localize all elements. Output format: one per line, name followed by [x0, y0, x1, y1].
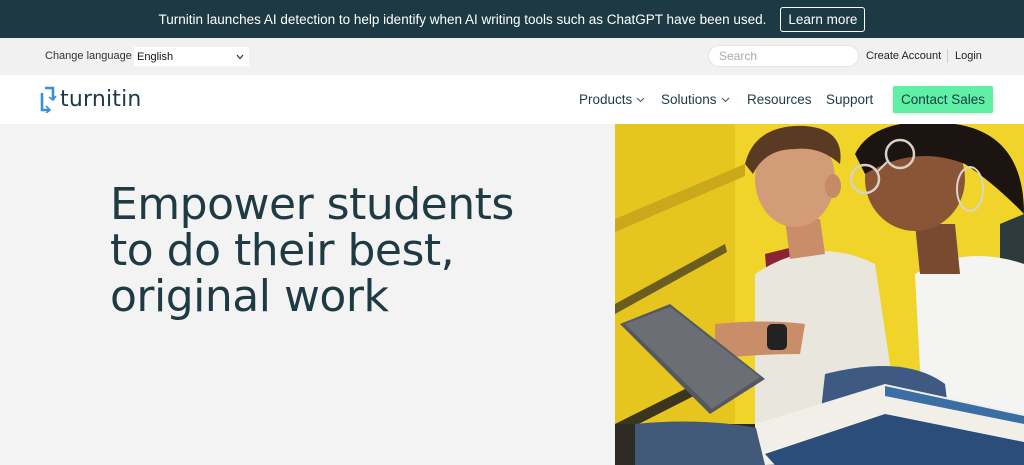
create-account-link[interactable]: Create Account — [866, 50, 941, 62]
divider — [947, 49, 948, 63]
announcement-bar: Turnitin launches AI detection to help i… — [0, 0, 1024, 38]
nav-products[interactable]: Products — [579, 92, 645, 107]
nav-support[interactable]: Support — [826, 92, 873, 107]
search-placeholder: Search — [719, 49, 758, 63]
chevron-down-icon — [721, 95, 730, 105]
language-value: English — [137, 50, 174, 63]
hero-image — [615, 124, 1024, 465]
hero-section: Empower students to do their best, origi… — [0, 124, 1024, 465]
utility-bar: Change language English Search Create Ac… — [0, 38, 1024, 75]
hero-text-panel: Empower students to do their best, origi… — [0, 124, 615, 465]
turnitin-logo-icon — [37, 85, 57, 114]
learn-more-button[interactable]: Learn more — [780, 6, 866, 32]
announcement-text: Turnitin launches AI detection to help i… — [158, 11, 767, 27]
students-photo-illustration — [615, 124, 1024, 465]
hero-title-line-3: original work — [110, 271, 389, 322]
nav-solutions[interactable]: Solutions — [661, 92, 730, 107]
chevron-down-icon — [236, 52, 244, 62]
logo-text: turnitin — [60, 86, 142, 112]
hero-title-line-2: to do their best, — [110, 225, 455, 276]
chevron-down-icon — [636, 95, 645, 105]
hero-title: Empower students to do their best, origi… — [110, 182, 560, 320]
nav-resources[interactable]: Resources — [747, 92, 812, 107]
search-input[interactable]: Search — [708, 45, 859, 67]
hero-title-line-1: Empower students — [110, 179, 514, 230]
language-select[interactable]: English — [134, 47, 249, 66]
login-link[interactable]: Login — [955, 50, 982, 62]
change-language-label: Change language — [45, 50, 132, 62]
contact-sales-button[interactable]: Contact Sales — [893, 86, 993, 113]
nav-products-label: Products — [579, 92, 633, 107]
turnitin-logo[interactable]: turnitin — [37, 85, 142, 114]
main-nav: turnitin Products Solutions Resources Su… — [0, 75, 1024, 124]
nav-solutions-label: Solutions — [661, 92, 717, 107]
